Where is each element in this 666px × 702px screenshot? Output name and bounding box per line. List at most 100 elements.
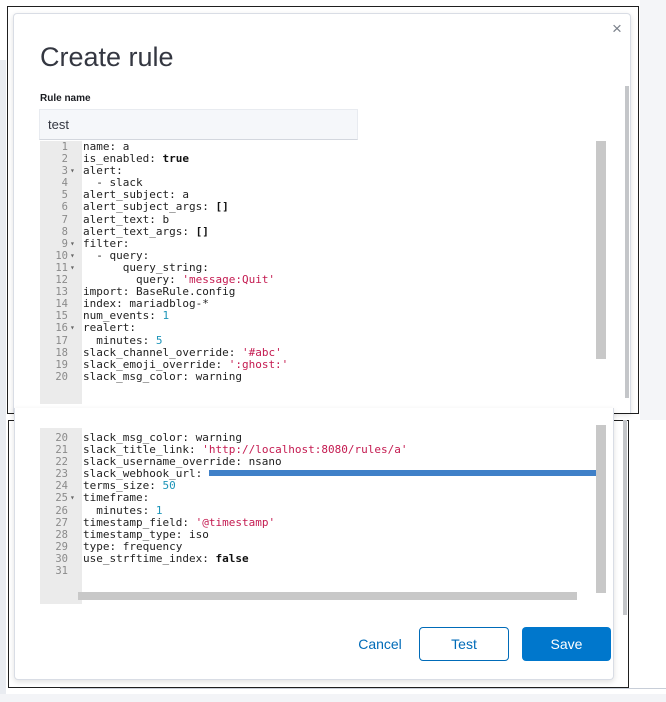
fold-toggle-icon[interactable]: ▾ xyxy=(70,322,80,334)
line-number: 4 xyxy=(61,177,68,190)
code-token: true xyxy=(162,152,189,166)
code-token: '@timestamp' xyxy=(195,515,276,529)
code-token: slack_msg_color: warning xyxy=(83,369,242,383)
code-token: slack_emoji_override: xyxy=(83,357,229,371)
code-token: 1 xyxy=(155,503,163,517)
code-token: slack_channel_override: xyxy=(83,345,242,359)
code-token: alert: xyxy=(83,164,123,178)
code-token: alert_text_args: xyxy=(83,224,196,238)
code-token: 'http://localhost:8080/rules/a' xyxy=(202,443,408,457)
fold-toggle-icon[interactable]: ▾ xyxy=(70,262,80,274)
line-number: 25 xyxy=(55,492,68,505)
modal-title: Create rule xyxy=(40,42,174,72)
editor-vertical-scrollbar[interactable] xyxy=(596,425,606,593)
editor-horizontal-scrollbar[interactable] xyxy=(78,592,577,600)
rule-name-input[interactable] xyxy=(39,109,358,140)
code-token: '#abc' xyxy=(241,345,282,359)
code-text: use_strftime_index: false xyxy=(83,551,249,565)
code-token: alert_subject_args: xyxy=(83,200,216,214)
cancel-button[interactable]: Cancel xyxy=(356,628,404,660)
line-number: 20 xyxy=(55,432,68,444)
code-token: timeframe: xyxy=(83,491,150,505)
background-divider xyxy=(60,688,666,689)
code-token: is_enabled: xyxy=(83,152,163,166)
line-number: 7 xyxy=(61,213,68,226)
line-number: 17 xyxy=(55,334,68,347)
save-button[interactable]: Save xyxy=(522,627,611,661)
modal-scrollbar[interactable] xyxy=(623,420,627,615)
code-token: slack_webhook_url: xyxy=(83,467,209,481)
fold-toggle-icon[interactable]: ▾ xyxy=(70,250,80,262)
rule-name-label: Rule name xyxy=(40,93,91,104)
code-token: 'message:Quit' xyxy=(182,273,276,287)
line-number: 23 xyxy=(55,468,68,481)
line-number: 16 xyxy=(55,322,68,335)
test-button[interactable]: Test xyxy=(419,627,509,661)
line-number: 19 xyxy=(55,358,68,371)
line-number: 30 xyxy=(55,552,68,565)
code-token: timestamp_type: iso xyxy=(83,527,209,541)
code-token: alert_subject: a xyxy=(83,188,189,202)
code-token: - query: xyxy=(83,248,150,262)
editor-line[interactable]: 2 is_enabled: true xyxy=(40,152,610,166)
background-page-strip xyxy=(0,60,6,700)
line-number: 26 xyxy=(55,504,68,517)
background-footer-fade xyxy=(0,694,666,702)
code-token: slack_title_link: xyxy=(83,443,203,457)
code-token: slack_msg_color: warning xyxy=(83,431,242,444)
line-number: 15 xyxy=(55,310,68,323)
close-icon: × xyxy=(612,19,622,38)
code-token: timestamp_field: xyxy=(83,515,196,529)
line-number: 9 xyxy=(61,237,68,250)
code-token: minutes: xyxy=(83,503,156,517)
editor-vertical-scrollbar[interactable] xyxy=(596,141,606,359)
code-token: index: mariadblog-* xyxy=(83,297,209,311)
line-number: 2 xyxy=(61,153,68,166)
line-number: 5 xyxy=(61,189,68,202)
editor-line[interactable]: 30 use_strftime_index: false xyxy=(40,551,610,565)
line-number: 20 xyxy=(55,370,68,383)
code-text: slack_msg_color: warning xyxy=(83,369,242,383)
editor-lines: 20 slack_msg_color: warning 21 slack_title_… xyxy=(40,431,610,577)
fold-toggle-icon[interactable]: ▾ xyxy=(70,492,80,504)
line-number: 12 xyxy=(55,274,68,287)
modal-scrollbar[interactable] xyxy=(625,86,629,398)
line-number: 18 xyxy=(55,346,68,359)
code-token: use_strftime_index: xyxy=(83,551,216,565)
line-number: 22 xyxy=(55,456,68,469)
code-token: - slack xyxy=(83,176,143,190)
code-token: [] xyxy=(195,224,209,238)
line-number: 29 xyxy=(55,540,68,553)
line-number: 10 xyxy=(55,249,68,262)
yaml-editor-bottom[interactable]: 20 slack_msg_color: warning 21 slack_title_… xyxy=(40,428,610,604)
redacted-url-bar xyxy=(208,470,605,477)
yaml-editor-top[interactable]: 1 name: a 2 is_enabled: true 3 ▾ alert: 4 - sla… xyxy=(40,141,610,404)
fold-toggle-icon[interactable]: ▾ xyxy=(70,238,80,250)
background-page-strip-right xyxy=(640,0,666,420)
fold-toggle-icon[interactable]: ▾ xyxy=(70,165,80,177)
line-number: 1 xyxy=(61,141,68,153)
code-token: query_string: xyxy=(83,260,209,274)
editor-line[interactable]: 31 xyxy=(40,565,610,577)
close-button[interactable]: × xyxy=(609,20,625,38)
line-number: 24 xyxy=(55,480,68,493)
line-number: 11 xyxy=(55,261,68,274)
line-number: 27 xyxy=(55,516,68,529)
code-token: alert_text: b xyxy=(83,212,170,226)
line-number: 21 xyxy=(55,444,68,457)
code-token: type: frequency xyxy=(83,539,183,553)
editor-line[interactable]: 20 slack_msg_color: warning xyxy=(40,369,610,383)
line-number: 13 xyxy=(55,286,68,299)
code-token: slack_username_override: nsano xyxy=(83,455,282,469)
code-token: query: xyxy=(83,273,183,287)
line-number: 31 xyxy=(55,565,68,578)
code-token: filter: xyxy=(83,236,130,250)
code-token: import: BaseRule.config xyxy=(83,285,236,299)
code-token: terms_size: xyxy=(83,479,163,493)
editor-lines: 1 name: a 2 is_enabled: true 3 ▾ alert: 4 - sla… xyxy=(40,141,610,383)
code-token: num_events: xyxy=(83,309,163,323)
code-token: 50 xyxy=(162,479,176,493)
code-token: 1 xyxy=(162,309,170,323)
line-number: 6 xyxy=(61,201,68,214)
line-number: 28 xyxy=(55,528,68,541)
